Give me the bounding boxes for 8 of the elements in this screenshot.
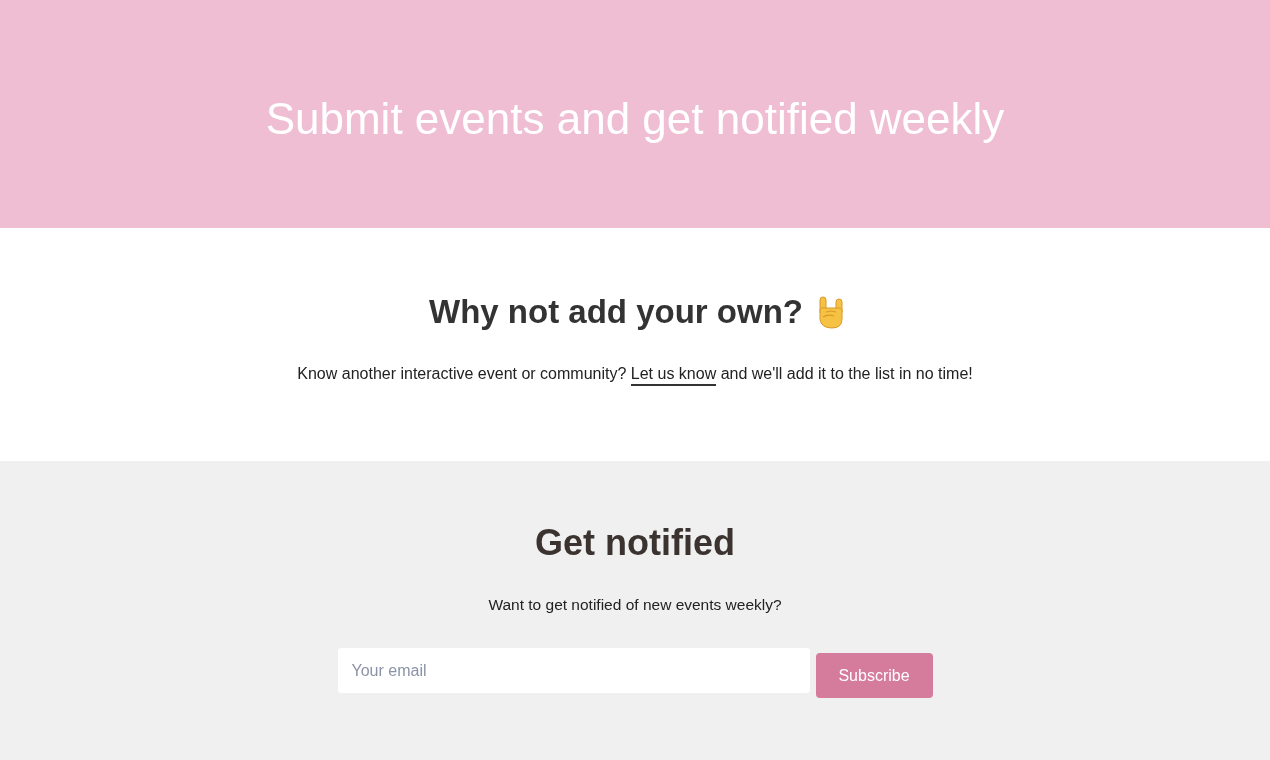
invite-text: Know another interactive event or community? Let us know and we'll add it to the list in no time! [297, 362, 973, 386]
notify-text: Want to get notified of new events weekly? [488, 595, 782, 615]
section-heading: Get notified [535, 521, 735, 565]
section-heading: Why not add your own? [429, 292, 803, 332]
rock-hand-icon [817, 295, 845, 329]
email-field[interactable]: Your email [337, 648, 810, 693]
contact-link[interactable]: Let us know [630, 365, 717, 386]
hero-title: Submit events and get notified weekly [265, 93, 1005, 145]
